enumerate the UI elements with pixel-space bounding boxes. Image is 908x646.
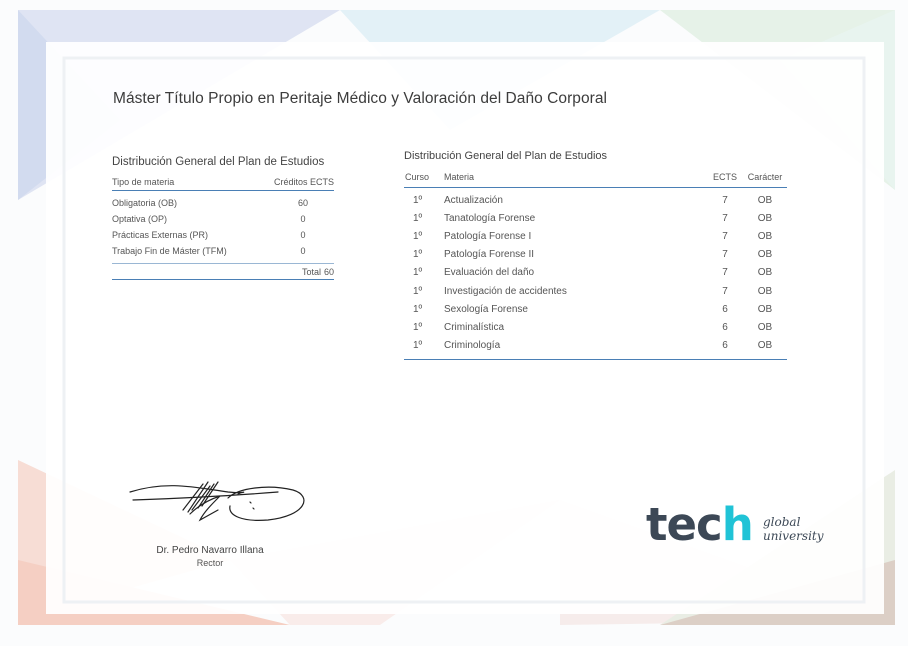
summary-col-credits: Créditos ECTS — [273, 177, 334, 187]
table-row: 1º Investigación de accidentes 7 OB — [404, 282, 787, 300]
course-year: 1º — [413, 303, 423, 315]
course-subject: Investigación de accidentes — [444, 285, 567, 297]
course-type: OB — [757, 321, 773, 333]
table-row: 1º Tanatología Forense 7 OB — [404, 209, 787, 227]
course-type: OB — [757, 249, 773, 261]
signature-icon — [129, 481, 305, 522]
table-row: 1º Criminalística 6 OB — [404, 318, 787, 336]
course-ects: 6 — [722, 303, 728, 315]
table-row: 1º Patología Forense II 7 OB — [404, 246, 787, 264]
summary-row-credits: 60 — [297, 198, 308, 208]
course-type: OB — [757, 303, 773, 315]
courses-table: Distribución General del Plan de Estudio… — [404, 150, 787, 360]
summary-row: Optativa (OP) 0 — [112, 211, 334, 227]
course-subject: Patología Forense II — [444, 249, 535, 261]
course-subject: Sexología Forense — [444, 303, 528, 315]
course-ects: 7 — [722, 267, 728, 279]
table-row: 1º Evaluación del daño 7 OB — [404, 264, 787, 282]
logo-wordmark: tech — [646, 498, 754, 551]
course-year: 1º — [413, 267, 423, 279]
course-year: 1º — [413, 212, 423, 224]
course-ects: 6 — [722, 340, 728, 352]
course-subject: Criminalística — [444, 321, 505, 333]
logo-tagline-global: global — [763, 515, 801, 529]
summary-total-value: 60 — [323, 267, 334, 277]
certificate-page: Máster Título Propio en Peritaje Médico … — [0, 0, 908, 646]
signatory-role: Rector — [196, 558, 224, 568]
course-ects: 7 — [722, 285, 728, 297]
summary-row-credits: 0 — [300, 246, 306, 256]
summary-row-credits: 0 — [300, 214, 306, 224]
course-type: OB — [757, 285, 773, 297]
course-year: 1º — [413, 249, 423, 261]
course-subject: Patología Forense I — [444, 230, 532, 242]
summary-row-type: Obligatoria (OB) — [112, 198, 178, 208]
summary-col-type: Tipo de materia — [112, 177, 175, 187]
summary-row: Obligatoria (OB) 60 — [112, 195, 334, 211]
course-subject: Evaluación del daño — [444, 267, 535, 279]
course-ects: 7 — [722, 194, 728, 206]
logo-word: tec — [646, 498, 723, 551]
courses-col-course: Curso — [405, 172, 430, 182]
signatory-name: Dr. Pedro Navarro Illana — [156, 545, 264, 556]
summary-total: Total 60 — [112, 263, 334, 280]
course-ects: 7 — [722, 212, 728, 224]
courses-col-ects: ECTS — [712, 172, 737, 182]
course-year: 1º — [413, 230, 423, 242]
course-ects: 7 — [722, 249, 728, 261]
summary-row-type: Trabajo Fin de Máster (TFM) — [112, 246, 227, 256]
tech-logo: tech global university — [646, 498, 824, 560]
courses-col-subject: Materia — [444, 172, 475, 182]
course-year: 1º — [413, 285, 423, 297]
summary-row: Trabajo Fin de Máster (TFM) 0 — [112, 243, 334, 259]
courses-rows: 1º Actualización 7 OB 1º Tanatología Forense… — [404, 188, 787, 360]
course-subject: Tanatología Forense — [444, 212, 536, 224]
course-type: OB — [757, 340, 773, 352]
courses-heading: Distribución General del Plan de Estudio… — [404, 150, 608, 162]
table-row: 1º Patología Forense I 7 OB — [404, 227, 787, 245]
table-row: 1º Actualización 7 OB — [404, 191, 787, 209]
course-type: OB — [757, 212, 773, 224]
course-type: OB — [757, 267, 773, 279]
summary-row-type: Optativa (OP) — [112, 214, 168, 224]
course-subject: Actualización — [444, 194, 503, 206]
course-ects: 6 — [722, 321, 728, 333]
course-type: OB — [757, 230, 773, 242]
course-year: 1º — [413, 340, 423, 352]
summary-header: Tipo de materia Créditos ECTS — [112, 177, 334, 191]
logo-tagline-university: university — [763, 529, 824, 543]
summary-table: Distribución General del Plan de Estudio… — [112, 156, 334, 280]
logo-accent: h — [721, 498, 754, 551]
courses-header: Curso Materia ECTS Carácter — [404, 172, 787, 188]
course-subject: Criminología — [444, 340, 501, 352]
course-type: OB — [757, 194, 773, 206]
table-row: 1º Sexología Forense 6 OB — [404, 300, 787, 318]
course-ects: 7 — [722, 230, 728, 242]
summary-rows: Obligatoria (OB) 60 Optativa (OP) 0 Prácti… — [112, 191, 334, 263]
table-row: 1º Criminología 6 OB — [404, 337, 787, 355]
document-title: Máster Título Propio en Peritaje Médico … — [113, 90, 608, 107]
summary-row-type: Prácticas Externas (PR) — [112, 230, 209, 240]
summary-row: Prácticas Externas (PR) 0 — [112, 227, 334, 243]
course-year: 1º — [413, 321, 423, 333]
course-year: 1º — [413, 194, 423, 206]
courses-col-type: Carácter — [747, 172, 783, 182]
summary-row-credits: 0 — [300, 230, 306, 240]
summary-heading: Distribución General del Plan de Estudio… — [112, 156, 325, 168]
summary-total-label: Total — [301, 267, 321, 277]
